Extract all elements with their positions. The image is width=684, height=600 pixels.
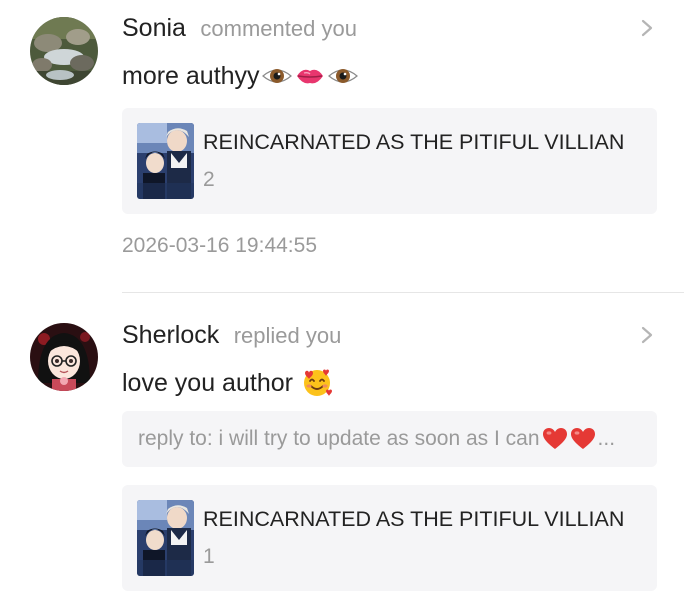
book-cover xyxy=(137,123,194,199)
notification-item[interactable]: Sonia commented you more authyy REINCARN… xyxy=(0,0,684,292)
book-cover xyxy=(137,500,194,576)
book-title: REINCARNATED AS THE PITIFUL VILLIAN xyxy=(203,130,625,154)
comment-body: more authyy xyxy=(122,62,260,90)
reply-to-text: reply to: i will try to update as soon a… xyxy=(138,427,540,450)
action-text: replied you xyxy=(233,323,342,348)
username[interactable]: Sonia xyxy=(122,14,186,42)
timestamp: 2026-03-16 19:44:55 xyxy=(122,234,317,257)
manhwa-cover-art xyxy=(137,500,194,576)
comment-body: love you author xyxy=(122,369,293,397)
eye-emoji-icon xyxy=(327,69,358,83)
username[interactable]: Sherlock xyxy=(122,321,219,349)
reply-to-quote[interactable]: reply to: i will try to update as soon a… xyxy=(122,411,657,467)
red-heart-emoji-icon xyxy=(542,428,567,450)
comment-text: more authyy xyxy=(122,59,361,93)
red-heart-emoji-icon xyxy=(570,428,595,450)
notification-item[interactable]: Sherlock replied you love you author rep… xyxy=(0,293,684,600)
avatar-anime-girl-glasses xyxy=(30,323,98,391)
eye-emoji-icon xyxy=(261,69,292,83)
reply-to-ellipsis: ... xyxy=(597,427,616,450)
chevron-right-icon[interactable] xyxy=(640,18,654,38)
book-card[interactable]: REINCARNATED AS THE PITIFUL VILLIAN 1 xyxy=(122,485,657,591)
user-avatar[interactable] xyxy=(30,17,98,85)
book-card[interactable]: REINCARNATED AS THE PITIFUL VILLIAN 2 xyxy=(122,108,657,214)
manhwa-cover-art xyxy=(137,123,194,199)
lips-emoji-icon xyxy=(296,69,323,84)
smiling-face-with-hearts-icon xyxy=(303,369,332,396)
comment-text: love you author xyxy=(122,366,336,400)
avatar-rocky-stream-photo xyxy=(30,17,98,85)
action-text: commented you xyxy=(200,16,357,41)
chevron-right-icon[interactable] xyxy=(640,325,654,345)
user-avatar[interactable] xyxy=(30,323,98,391)
book-chapter-number: 2 xyxy=(203,168,215,191)
book-title: REINCARNATED AS THE PITIFUL VILLIAN xyxy=(203,507,625,531)
book-chapter-number: 1 xyxy=(203,545,215,568)
